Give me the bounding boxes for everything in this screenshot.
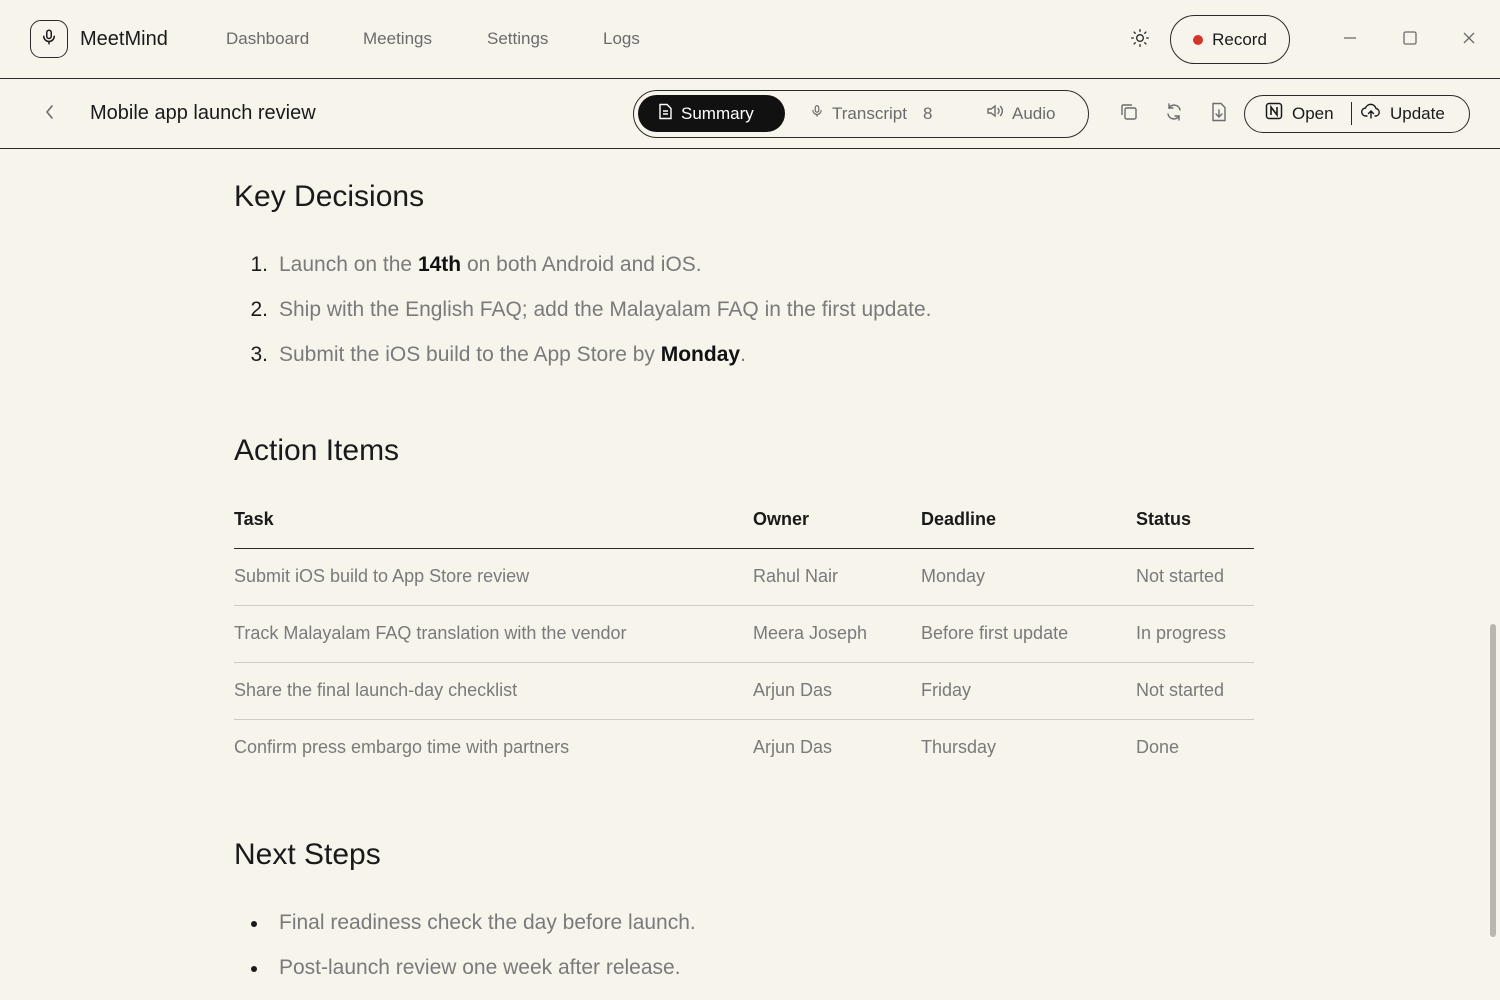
content-scrollbar[interactable]: [1490, 624, 1496, 937]
column-header-owner: Owner: [753, 509, 810, 529]
deadline-cell: Monday: [921, 566, 986, 586]
cloud-upload-icon: [1361, 102, 1381, 125]
nav-meetings[interactable]: Meetings: [363, 29, 432, 49]
table-row: Track Malayalam FAQ translation with the…: [234, 606, 1254, 663]
task-cell: Share the final launch-day checklist: [234, 680, 518, 700]
column-header-task: Task: [234, 509, 274, 529]
tab-transcript-label: Transcript: [832, 103, 907, 123]
split-divider: [1351, 102, 1352, 125]
bullet-icon: [251, 921, 257, 927]
key-decisions-heading: Key Decisions: [234, 180, 425, 213]
top-bar: MeetMind Dashboard Meetings Settings Log…: [0, 0, 1500, 79]
regenerate-button[interactable]: [1163, 102, 1185, 127]
decision-item: Launch on the 14th on both Android and i…: [279, 253, 702, 276]
close-icon: [1461, 30, 1477, 51]
owner-cell: Arjun Das: [753, 737, 833, 757]
chevron-left-icon: [44, 104, 56, 125]
view-tabs: Summary Transcript 8 Audio: [633, 90, 1089, 138]
status-cell: In progress: [1136, 623, 1227, 643]
decision-number: 1.: [250, 253, 268, 276]
theme-toggle-button[interactable]: [1128, 28, 1152, 52]
microphone-icon: [40, 28, 58, 51]
action-items-heading: Action Items: [234, 434, 400, 467]
nav-logs[interactable]: Logs: [603, 29, 640, 49]
speaker-icon: [986, 103, 1004, 124]
nav-dashboard[interactable]: Dashboard: [226, 29, 309, 49]
tab-transcript[interactable]: Transcript 8: [810, 95, 932, 132]
export-button[interactable]: [1208, 102, 1230, 127]
deadline-cell: Thursday: [921, 737, 997, 757]
column-header-status: Status: [1136, 509, 1192, 529]
tab-summary-label: Summary: [681, 103, 754, 123]
table-row: Submit iOS build to App Store review Rah…: [234, 549, 1254, 606]
notion-icon: [1265, 102, 1283, 125]
minimize-icon: [1342, 30, 1358, 51]
tab-summary[interactable]: Summary: [638, 95, 785, 132]
app-name: MeetMind: [80, 28, 168, 50]
record-dot-icon: [1193, 34, 1204, 45]
microphone-icon: [810, 102, 824, 125]
window-close-button[interactable]: [1459, 30, 1479, 50]
next-steps-heading: Next Steps: [234, 838, 381, 871]
table-row: Share the final launch-day checklist Arj…: [234, 663, 1254, 720]
owner-cell: Meera Joseph: [753, 623, 868, 643]
owner-cell: Arjun Das: [753, 680, 833, 700]
nav-settings[interactable]: Settings: [487, 29, 548, 49]
copy-button[interactable]: [1118, 103, 1140, 125]
download-icon: [1210, 102, 1228, 127]
deadline-cell: Before first update: [921, 623, 1069, 643]
update-label: Update: [1390, 103, 1445, 123]
open-label: Open: [1292, 103, 1334, 123]
action-table-header: Task Owner Deadline Status: [234, 498, 1254, 549]
notion-actions: Open Update: [1244, 95, 1470, 133]
open-button[interactable]: Open: [1265, 96, 1334, 131]
status-cell: Not started: [1136, 680, 1225, 700]
status-cell: Not started: [1136, 566, 1225, 586]
window-minimize-button[interactable]: [1340, 30, 1360, 50]
task-cell: Track Malayalam FAQ translation with the…: [234, 623, 627, 643]
table-row: Confirm press embargo time with partners…: [234, 720, 1254, 777]
decision-item: Submit the iOS build to the App Store by…: [279, 343, 746, 366]
window-maximize-button[interactable]: [1400, 30, 1420, 50]
tab-audio[interactable]: Audio: [986, 95, 1055, 132]
app-logo-button[interactable]: [30, 20, 68, 58]
owner-cell: Rahul Nair: [753, 566, 839, 586]
next-step-item: Final readiness check the day before lau…: [279, 911, 696, 934]
record-button[interactable]: Record: [1170, 15, 1290, 64]
column-header-deadline: Deadline: [921, 509, 997, 529]
maximize-icon: [1402, 30, 1418, 51]
sun-icon: [1130, 28, 1150, 53]
decision-number: 2.: [250, 298, 268, 321]
meeting-toolbar: Mobile app launch review Summary Transcr…: [0, 79, 1500, 149]
bullet-icon: [251, 966, 257, 972]
decision-number: 3.: [250, 343, 268, 366]
deadline-cell: Friday: [921, 680, 972, 700]
task-cell: Confirm press embargo time with partners: [234, 737, 570, 757]
update-button[interactable]: Update: [1361, 96, 1445, 131]
refresh-icon: [1164, 102, 1184, 127]
back-button[interactable]: [40, 103, 60, 125]
status-cell: Done: [1136, 737, 1180, 757]
transcript-count-badge: 8: [922, 103, 933, 123]
tab-audio-label: Audio: [1012, 103, 1056, 123]
decision-item: Ship with the English FAQ; add the Malay…: [279, 298, 932, 321]
copy-icon: [1119, 102, 1139, 127]
record-label: Record: [1212, 29, 1267, 49]
next-step-item: Post-launch review one week after releas…: [279, 956, 681, 979]
meeting-title: Mobile app launch review: [90, 102, 316, 124]
task-cell: Submit iOS build to App Store review: [234, 566, 530, 586]
document-icon: [658, 103, 673, 125]
